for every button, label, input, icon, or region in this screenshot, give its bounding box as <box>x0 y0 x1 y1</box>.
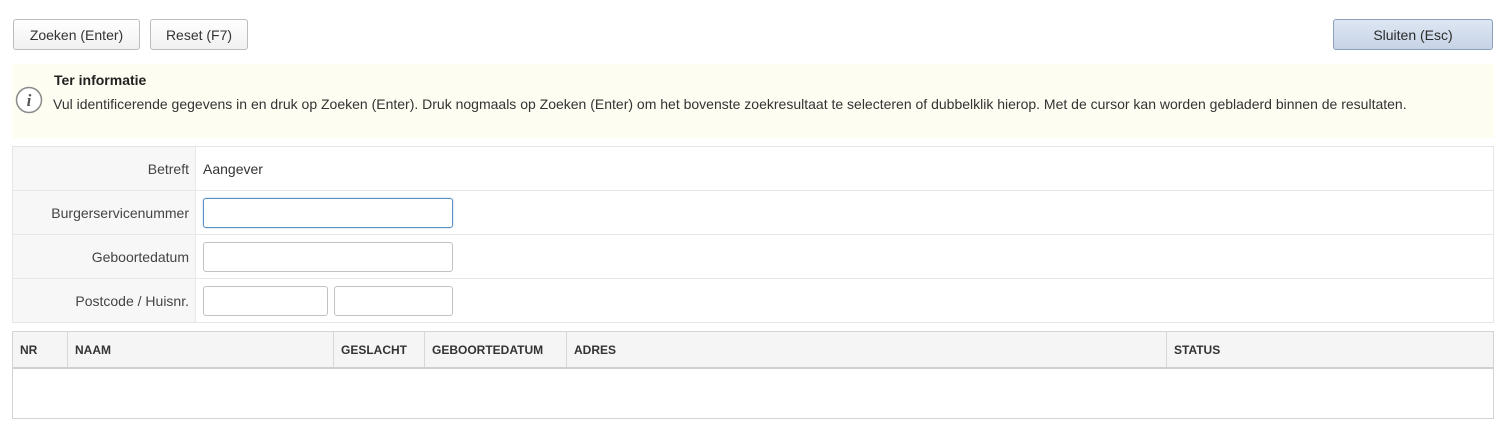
close-button[interactable]: Sluiten (Esc) <box>1333 19 1493 50</box>
info-icon: i <box>15 86 43 114</box>
form-row-postcode: Postcode / Huisnr. <box>13 279 1493 322</box>
column-header-status[interactable]: STATUS <box>1167 332 1493 367</box>
column-header-geslacht[interactable]: GESLACHT <box>334 332 425 367</box>
betreft-value: Aangever <box>203 160 263 177</box>
info-text: Vul identificerende gegevens in en druk … <box>53 96 1407 112</box>
huisnr-input[interactable] <box>334 285 453 316</box>
geboortedatum-label: Geboortedatum <box>13 235 196 278</box>
info-title: Ter informatie <box>54 72 147 88</box>
grid-header: NR NAAM GESLACHT GEBOORTEDATUM ADRES STA… <box>13 332 1493 369</box>
column-header-geboortedatum[interactable]: GEBOORTEDATUM <box>425 332 567 367</box>
betreft-label: Betreft <box>13 147 196 190</box>
column-header-nr[interactable]: NR <box>13 332 68 367</box>
form-row-betreft: Betreft Aangever <box>13 147 1493 191</box>
search-form: Betreft Aangever Burgerservicenummer Geb… <box>12 146 1494 323</box>
svg-text:i: i <box>27 91 32 110</box>
geboortedatum-input[interactable] <box>203 241 453 272</box>
search-button[interactable]: Zoeken (Enter) <box>13 19 140 50</box>
postcode-input[interactable] <box>203 285 328 316</box>
reset-button[interactable]: Reset (F7) <box>150 19 248 50</box>
bsn-label: Burgerservicenummer <box>13 191 196 234</box>
results-grid: NR NAAM GESLACHT GEBOORTEDATUM ADRES STA… <box>12 331 1494 419</box>
form-row-geboortedatum: Geboortedatum <box>13 235 1493 279</box>
info-panel: i Ter informatie Vul identificerende geg… <box>12 64 1494 138</box>
bsn-input[interactable] <box>203 197 453 228</box>
postcode-label: Postcode / Huisnr. <box>13 279 196 322</box>
column-header-naam[interactable]: NAAM <box>68 332 334 367</box>
column-header-adres[interactable]: ADRES <box>567 332 1167 367</box>
form-row-bsn: Burgerservicenummer <box>13 191 1493 235</box>
